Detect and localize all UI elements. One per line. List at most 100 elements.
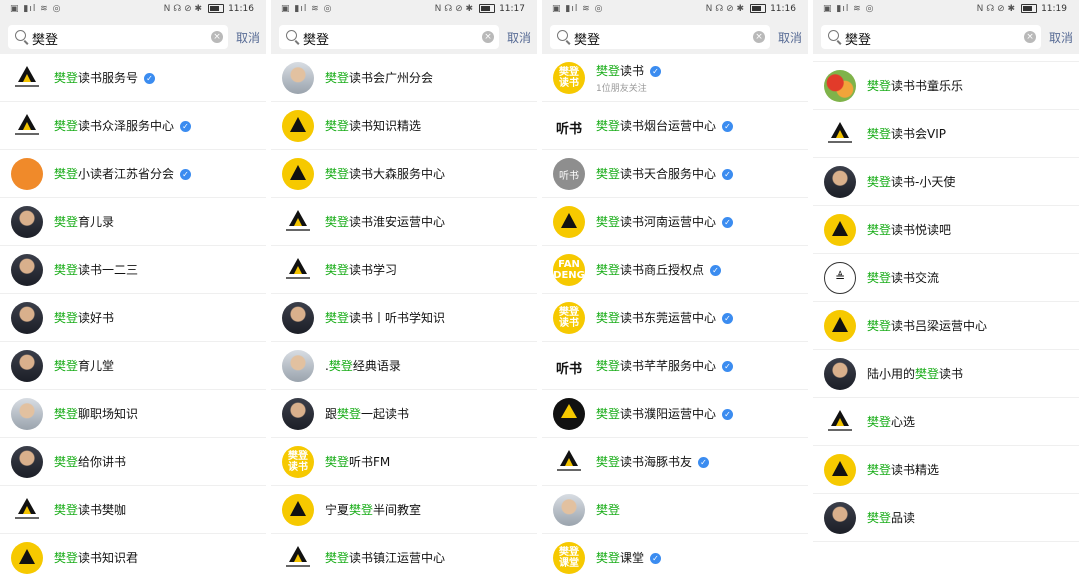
result-row[interactable]: 陆小用的樊登读书	[813, 350, 1079, 398]
result-row[interactable]: 樊登 读书 樊登听书FM	[271, 438, 537, 486]
account-name: 樊登听书FM	[325, 453, 390, 470]
name-suffix: 读书镇江运营中心	[349, 551, 446, 565]
result-row[interactable]: 樊登给你讲书	[0, 438, 266, 486]
logo-mountain-icon	[561, 404, 577, 418]
clear-icon[interactable]: ×	[1024, 31, 1036, 43]
name-highlight: 樊登	[596, 263, 621, 277]
result-row[interactable]: 樊登聊职场知识	[0, 390, 266, 438]
result-row[interactable]: FAN DENG 樊登读书商丘授权点 ✓	[542, 246, 808, 294]
name-highlight: 樊登	[867, 175, 892, 189]
result-row[interactable]: 宁夏樊登半间教室	[271, 486, 537, 534]
account-name: 樊登读书一二三	[54, 261, 138, 278]
name-highlight: 樊登	[349, 503, 374, 517]
phone-screen-2: 樊登读书会广州分会 樊登读书知识精选 樊登读书大森服务中心 樊登读书淮安运营中心 樊登读…	[271, 0, 537, 578]
result-row[interactable]: 樊登读好书	[0, 294, 266, 342]
account-name: 樊登心选	[867, 413, 915, 430]
result-row[interactable]: 樊登品读	[813, 494, 1079, 542]
result-row[interactable]: 樊登读书悦读吧	[813, 206, 1079, 254]
result-row[interactable]: 樊登读书丨听书学知识	[271, 294, 537, 342]
result-row[interactable]: 樊登读书-小天使	[813, 158, 1079, 206]
name-highlight: 樊登	[867, 463, 892, 477]
result-row[interactable]: 跟樊登一起读书	[271, 390, 537, 438]
result-row[interactable]: 樊登读书服务号 ✓	[0, 54, 266, 102]
result-row[interactable]: 樊登读书淮安运营中心	[271, 198, 537, 246]
result-row[interactable]: 听书 樊登读书天合服务中心 ✓	[542, 150, 808, 198]
result-row[interactable]: 樊登读书众泽服务中心 ✓	[0, 102, 266, 150]
cancel-button[interactable]: 取消	[778, 29, 802, 46]
name-prefix: 宁夏	[325, 503, 350, 517]
name-highlight: 樊登	[54, 263, 79, 277]
result-row[interactable]: 樊登读书海豚书友 ✓	[542, 438, 808, 486]
clear-icon[interactable]: ×	[753, 31, 765, 43]
search-query-text: 樊登	[32, 33, 59, 48]
result-row[interactable]: 樊登读书吕梁运营中心	[813, 302, 1079, 350]
name-highlight: 樊登	[325, 263, 350, 277]
result-row[interactable]: 听书 樊登读书烟台运营中心 ✓	[542, 102, 808, 150]
verified-icon: ✓	[144, 73, 156, 84]
account-name: 樊登读书悦读吧	[867, 221, 951, 238]
search-input[interactable]: 樊登 ×	[8, 25, 228, 49]
name-highlight: 樊登	[54, 215, 79, 229]
result-row[interactable]: 樊登读书樊咖	[0, 486, 266, 534]
result-row[interactable]: 樊登读书河南运营中心 ✓	[542, 198, 808, 246]
clear-icon[interactable]: ×	[482, 31, 494, 43]
result-row[interactable]: 樊登读书会广州分会	[271, 54, 537, 102]
result-row[interactable]: .樊登经典语录	[271, 342, 537, 390]
account-name: 樊登读书-小天使	[867, 173, 955, 190]
result-row[interactable]: 樊登读书大森服务中心	[271, 150, 537, 198]
name-highlight: 樊登	[867, 511, 892, 525]
result-row[interactable]: 樊登小读者江苏省分会 ✓	[0, 150, 266, 198]
status-right: N ☊ ⊘ ✱ 11:16	[706, 4, 796, 14]
search-input[interactable]: 樊登 ×	[821, 25, 1041, 49]
account-avatar	[282, 302, 314, 334]
account-avatar: 樊登 读书	[282, 446, 314, 478]
logo-mountain-icon	[294, 266, 302, 274]
name-highlight: 樊登	[54, 119, 79, 133]
verified-icon: ✓	[722, 409, 734, 420]
result-row[interactable]: 樊登育儿录	[0, 198, 266, 246]
search-icon	[286, 30, 297, 41]
name-suffix: 读书河南运营中心	[620, 215, 717, 229]
result-row[interactable]: 樊登读书精选	[813, 446, 1079, 494]
result-row[interactable]: 樊登读书一二三	[0, 246, 266, 294]
name-suffix: 读书会VIP	[891, 127, 947, 141]
result-row[interactable]: ≜ 樊登读书交流	[813, 254, 1079, 302]
name-highlight: 樊登	[54, 167, 79, 181]
logo-caption-icon	[286, 565, 310, 567]
name-highlight: 樊登	[915, 367, 940, 381]
search-icon	[557, 30, 568, 41]
result-row[interactable]: 樊登读书会VIP	[813, 110, 1079, 158]
result-row[interactable]: 樊登读书镇江运营中心	[271, 534, 537, 578]
name-suffix: 经典语录	[352, 359, 401, 373]
search-input[interactable]: 樊登 ×	[279, 25, 499, 49]
result-row[interactable]: 樊登 课堂 樊登课堂 ✓	[542, 534, 808, 578]
logo-mountain-icon	[23, 506, 31, 514]
cancel-button[interactable]: 取消	[1049, 29, 1073, 46]
account-avatar	[282, 398, 314, 430]
result-row[interactable]: 听书 樊登读书芊芊服务中心 ✓	[542, 342, 808, 390]
phone-screen-3: 樊登 读书 樊登读书 ✓ 1位朋友关注 听书 樊登读书烟台运营中心 ✓ 听书 樊登读书天合服务中…	[542, 0, 808, 578]
result-row[interactable]: 樊登读书知识君	[0, 534, 266, 578]
result-row[interactable]: 樊登育儿堂	[0, 342, 266, 390]
result-row[interactable]: 樊登读书知识精选	[271, 102, 537, 150]
account-name: 樊登小读者江苏省分会 ✓	[54, 165, 192, 182]
account-name: 樊登读书精选	[867, 461, 939, 478]
result-row[interactable]: 樊登 读书 樊登读书东莞运营中心 ✓	[542, 294, 808, 342]
result-row[interactable]: 樊登读书书童乐乐	[813, 62, 1079, 110]
result-row[interactable]: 樊登读书学习	[271, 246, 537, 294]
name-highlight: 樊登	[54, 311, 79, 325]
cancel-button[interactable]: 取消	[236, 29, 260, 46]
result-row[interactable]: 樊登 读书 樊登读书 ✓ 1位朋友关注	[542, 54, 808, 102]
result-row[interactable]: 樊登心选	[813, 398, 1079, 446]
account-name: 樊登读书商丘授权点 ✓	[596, 261, 722, 278]
account-avatar: 樊登 读书	[553, 302, 585, 334]
cancel-button[interactable]: 取消	[507, 29, 531, 46]
search-input[interactable]: 樊登 ×	[550, 25, 770, 49]
name-highlight: 樊登	[596, 407, 621, 421]
result-row[interactable]: 樊登读书濮阳运营中心 ✓	[542, 390, 808, 438]
account-avatar	[11, 206, 43, 238]
result-row[interactable]: 樊登	[542, 486, 808, 534]
account-name: 樊登读书天合服务中心 ✓	[596, 165, 734, 182]
clear-icon[interactable]: ×	[211, 31, 223, 43]
account-avatar	[282, 62, 314, 94]
